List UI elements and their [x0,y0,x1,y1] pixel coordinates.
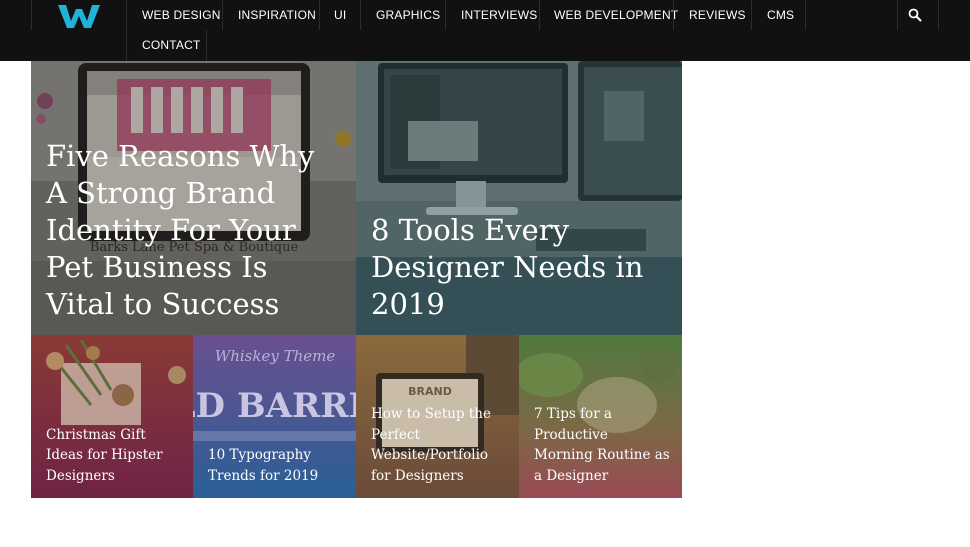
nav-graphics[interactable]: GRAPHICS [376,0,440,30]
search-icon[interactable] [908,8,922,22]
top-navigation: WEB DESIGN INSPIRATION UI GRAPHICS INTER… [0,0,970,61]
article-title[interactable]: How to Setup the Perfect Website/Portfol… [371,404,507,486]
article-card[interactable]: BRAND How to Setup the Perfect Website/P… [356,335,519,498]
article-title[interactable]: 7 Tips for a Productive Morning Routine … [534,404,670,486]
brand-text: BRAND [408,385,452,398]
nav-web-design[interactable]: WEB DESIGN [142,0,221,30]
nav-divider [126,0,127,61]
article-card[interactable]: 7 Tips for a Productive Morning Routine … [519,335,682,498]
nav-divider [31,0,32,30]
nav-cms[interactable]: CMS [767,0,794,30]
article-title[interactable]: Christmas Gift Ideas for Hipster Designe… [46,425,181,487]
site-logo[interactable] [54,1,104,31]
nav-contact[interactable]: CONTACT [142,30,201,60]
nav-interviews[interactable]: INTERVIEWS [461,0,537,30]
featured-article-title[interactable]: 8 Tools Every Designer Needs in 2019 [371,212,670,323]
featured-article-card[interactable]: 8 Tools Every Designer Needs in 2019 [356,61,682,335]
whiskey-text: Whiskey Theme [215,347,336,365]
featured-article-card[interactable]: Barks Lane Pet Spa & Boutique Five Reaso… [31,61,356,335]
article-card[interactable]: Christmas Gift Ideas for Hipster Designe… [31,335,193,498]
article-card[interactable]: Whiskey Theme LD BARRE 10 Typography Tre… [193,335,356,498]
article-title[interactable]: 10 Typography Trends for 2019 [208,445,344,486]
featured-article-title[interactable]: Five Reasons Why A Strong Brand Identity… [46,138,344,323]
barrel-text: LD BARRE [193,386,356,426]
nav-ui[interactable]: UI [334,0,346,30]
nav-reviews[interactable]: REVIEWS [689,0,746,30]
nav-inspiration[interactable]: INSPIRATION [238,0,316,30]
nav-web-development[interactable]: WEB DEVELOPMENT [554,0,678,30]
